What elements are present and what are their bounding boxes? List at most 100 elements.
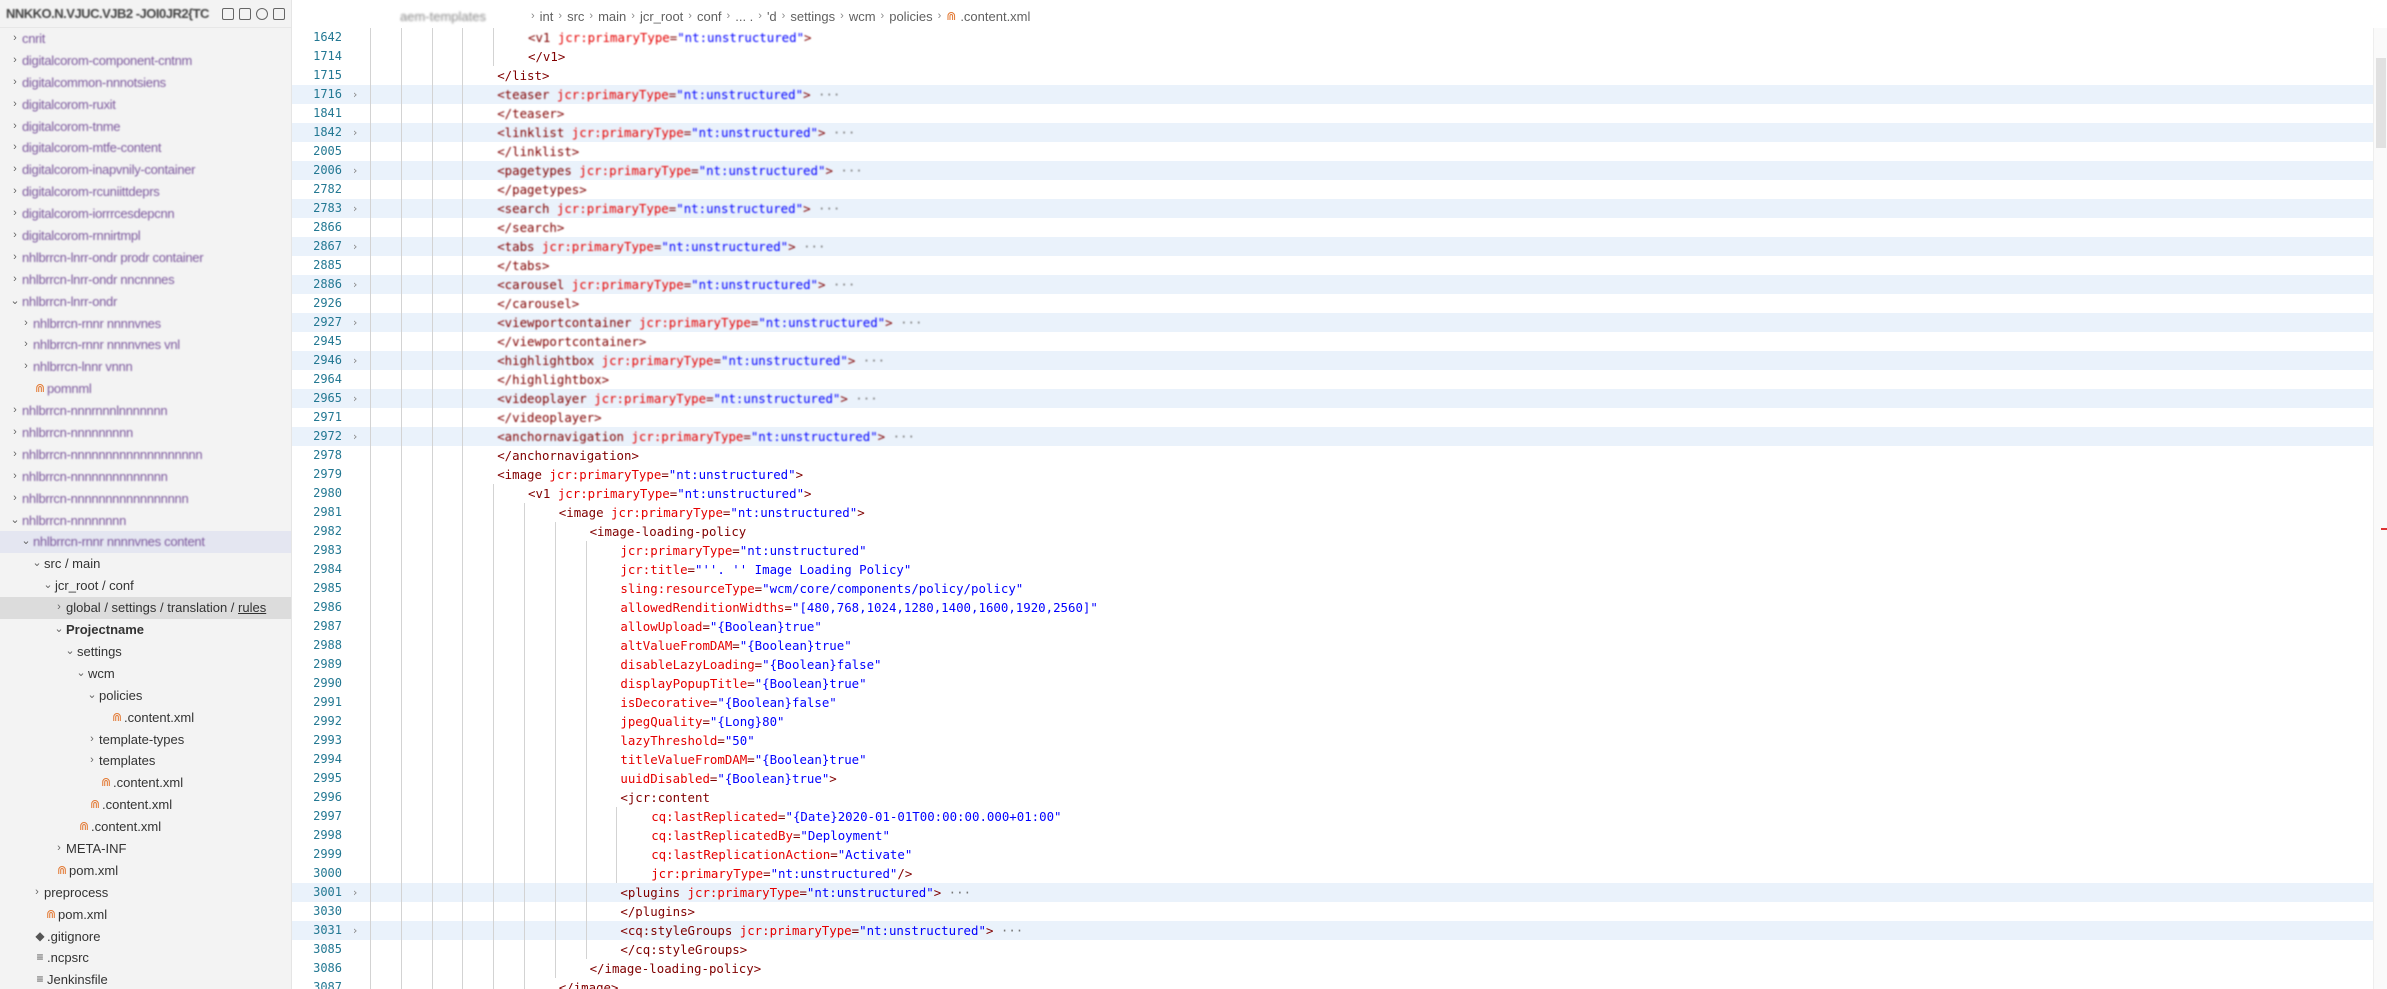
chevron-right-icon[interactable]: › — [52, 597, 66, 619]
chevron-down-icon[interactable]: ⌄ — [41, 575, 55, 597]
tree-item[interactable]: › nhlbrrcn-rnnr nnnnvnes vnl — [0, 334, 291, 356]
code-line[interactable]: 2998 cq:lastReplicatedBy="Deployment" — [292, 826, 2387, 845]
chevron-right-icon[interactable]: › — [85, 729, 99, 751]
tree-item[interactable]: ⋒ .content.xml — [0, 816, 291, 838]
code-line[interactable]: 2999 cq:lastReplicationAction="Activate" — [292, 845, 2387, 864]
breadcrumb-item[interactable]: conf — [697, 9, 722, 24]
tree-item[interactable]: › nhlbrrcn-lnrr-ondr nncnnnes — [0, 269, 291, 291]
code-line[interactable]: 2965 › <videoplayer jcr:primaryType="nt:un… — [292, 389, 2387, 408]
code-line[interactable]: 2988 altValueFromDAM="{Boolean}true" — [292, 636, 2387, 655]
breadcrumb-item[interactable]: settings — [790, 9, 835, 24]
tree-item[interactable]: › template-types — [0, 729, 291, 751]
tree-item[interactable]: › nhlbrrcn-nnnnnnnnnnnnnnnnn — [0, 488, 291, 510]
code-line[interactable]: 1715 </list> — [292, 66, 2387, 85]
breadcrumb-item[interactable]: ... . — [735, 9, 753, 24]
code-line[interactable]: 2992 jpegQuality="{Long}80" — [292, 712, 2387, 731]
chevron-down-icon[interactable]: ⌄ — [19, 531, 33, 553]
tree-item[interactable]: ⌄ src / main — [0, 553, 291, 575]
tree-item[interactable]: › templates — [0, 750, 291, 772]
code-line[interactable]: 2886 › <carousel jcr:primaryType="nt:unstr… — [292, 275, 2387, 294]
tree-item[interactable]: ⋒ .content.xml — [0, 707, 291, 729]
code-line[interactable]: 3001 › <plugins jcr:primaryType="nt:unstru… — [292, 883, 2387, 902]
chevron-down-icon[interactable]: ⌄ — [30, 553, 44, 575]
fold-chevron-icon[interactable]: › — [348, 199, 362, 218]
code-line[interactable]: 2926 </carousel> — [292, 294, 2387, 313]
tree-item[interactable]: › digitalcorom-iorrrcesdepcnn — [0, 203, 291, 225]
chevron-right-icon[interactable]: › — [8, 225, 22, 247]
code-line[interactable]: 2782 </pagetypes> — [292, 180, 2387, 199]
code-line[interactable]: 2972 › <anchornavigation jcr:primaryType="… — [292, 427, 2387, 446]
tree-item[interactable]: ≡ Jenkinsfile — [0, 969, 291, 989]
chevron-right-icon[interactable]: › — [8, 269, 22, 291]
code-editor[interactable]: 1642 <v1 jcr:primaryType="nt:unstructured… — [292, 28, 2387, 989]
tree-item[interactable]: › digitalcorom-tnme — [0, 116, 291, 138]
tree-item[interactable]: › digitalcorom-rcuniittdeprs — [0, 181, 291, 203]
chevron-down-icon[interactable]: ⌄ — [8, 291, 22, 313]
code-line[interactable]: 2005 </linklist> — [292, 142, 2387, 161]
tree-item[interactable]: › nhlbrrcn-nnnnnnnnn — [0, 422, 291, 444]
fold-chevron-icon[interactable]: › — [348, 883, 362, 902]
tree-item[interactable]: › nhlbrrcn-nnnnnnnnnnnnnn — [0, 466, 291, 488]
code-line[interactable]: 2993 lazyThreshold="50" — [292, 731, 2387, 750]
tree-item[interactable]: ⌄ nhlbrrcn-nnnnnnnn — [0, 510, 291, 532]
code-line[interactable]: 1842 › <linklist jcr:primaryType="nt:unstr… — [292, 123, 2387, 142]
code-line[interactable]: 2783 › <search jcr:primaryType="nt:unstruc… — [292, 199, 2387, 218]
chevron-right-icon[interactable]: › — [19, 334, 33, 356]
code-line[interactable]: 2989 disableLazyLoading="{Boolean}false" — [292, 655, 2387, 674]
tree-item[interactable]: ⌄ policies — [0, 685, 291, 707]
tree-item[interactable]: › nhlbrrcn-nnnnnnnnnnnnnnnnnnn — [0, 444, 291, 466]
chevron-right-icon[interactable]: › — [8, 28, 22, 50]
code-line[interactable]: 2981 <image jcr:primaryType="nt:unstructu… — [292, 503, 2387, 522]
tree-item[interactable]: › digitalcorom-rnnirtmpl — [0, 225, 291, 247]
code-line[interactable]: 3031 › <cq:styleGroups jcr:primaryType="nt… — [292, 921, 2387, 940]
code-line[interactable]: 2982 <image-loading-policy — [292, 522, 2387, 541]
tree-item[interactable]: ⌄ jcr_root / conf — [0, 575, 291, 597]
code-line[interactable]: 2983 jcr:primaryType="nt:unstructured" — [292, 541, 2387, 560]
fold-chevron-icon[interactable]: › — [348, 237, 362, 256]
chevron-right-icon[interactable]: › — [8, 422, 22, 444]
code-line[interactable]: 2006 › <pagetypes jcr:primaryType="nt:unst… — [292, 161, 2387, 180]
fold-chevron-icon[interactable]: › — [348, 123, 362, 142]
fold-chevron-icon[interactable]: › — [348, 161, 362, 180]
collapse-all-icon[interactable] — [273, 7, 285, 20]
tree-item[interactable]: › META-INF — [0, 838, 291, 860]
breadcrumb-file[interactable]: .content.xml — [960, 9, 1030, 24]
chevron-right-icon[interactable]: › — [8, 72, 22, 94]
code-line[interactable]: 3087 </image> — [292, 978, 2387, 989]
code-line[interactable]: 3030 </plugins> — [292, 902, 2387, 921]
chevron-right-icon[interactable]: › — [8, 203, 22, 225]
new-folder-icon[interactable] — [239, 7, 251, 20]
code-line[interactable]: 2994 titleValueFromDAM="{Boolean}true" — [292, 750, 2387, 769]
code-line[interactable]: 2996 <jcr:content — [292, 788, 2387, 807]
chevron-right-icon[interactable]: › — [8, 488, 22, 510]
chevron-right-icon[interactable]: › — [19, 313, 33, 335]
chevron-right-icon[interactable]: › — [8, 50, 22, 72]
chevron-right-icon[interactable]: › — [8, 137, 22, 159]
breadcrumb-item[interactable]: wcm — [849, 9, 876, 24]
tree-item[interactable]: ⌄ settings — [0, 641, 291, 663]
fold-chevron-icon[interactable]: › — [348, 351, 362, 370]
code-line[interactable]: 2995 uuidDisabled="{Boolean}true"> — [292, 769, 2387, 788]
tree-item[interactable]: ⋒ pom.xml — [0, 904, 291, 926]
code-line[interactable]: 3085 </cq:styleGroups> — [292, 940, 2387, 959]
code-line[interactable]: 2987 allowUpload="{Boolean}true" — [292, 617, 2387, 636]
new-file-icon[interactable] — [222, 7, 234, 20]
chevron-right-icon[interactable]: › — [8, 444, 22, 466]
code-line[interactable]: 2985 sling:resourceType="wcm/core/compone… — [292, 579, 2387, 598]
breadcrumb-item[interactable]: int — [540, 9, 554, 24]
code-line[interactable]: 2991 isDecorative="{Boolean}false" — [292, 693, 2387, 712]
tree-item[interactable]: › digitalcorom-ruxit — [0, 94, 291, 116]
tree-item[interactable]: ⋒ .content.xml — [0, 772, 291, 794]
code-line[interactable]: 1841 </teaser> — [292, 104, 2387, 123]
code-line[interactable]: 2964 </highlightbox> — [292, 370, 2387, 389]
tree-item[interactable]: › nhlbrrcn-lnnr vnnn — [0, 356, 291, 378]
chevron-down-icon[interactable]: ⌄ — [85, 685, 99, 707]
code-line[interactable]: 2867 › <tabs jcr:primaryType="nt:unstructu… — [292, 237, 2387, 256]
code-line[interactable]: 3086 </image-loading-policy> — [292, 959, 2387, 978]
fold-chevron-icon[interactable]: › — [348, 427, 362, 446]
fold-chevron-icon[interactable]: › — [348, 921, 362, 940]
chevron-right-icon[interactable]: › — [8, 400, 22, 422]
fold-chevron-icon[interactable]: › — [348, 85, 362, 104]
code-line[interactable]: 2866 </search> — [292, 218, 2387, 237]
tree-item[interactable]: ≡ .ncpsrc — [0, 947, 291, 969]
